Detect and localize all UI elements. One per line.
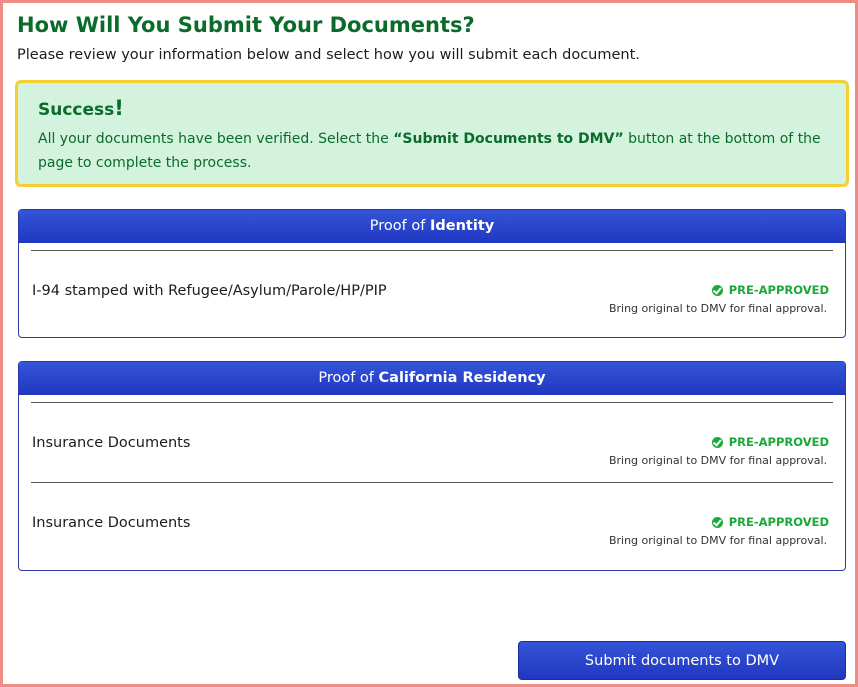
identity-header-bold: Identity [429,218,495,234]
check-circle-icon [711,284,723,296]
success-message: All your documents have been verified. S… [38,127,838,175]
success-alert: Success! All your documents have been ve… [15,80,849,187]
submit-documents-button[interactable]: Submit documents to DMV [518,641,846,680]
residency-section-header: Proof of California Residency [19,362,845,395]
status-badge: PRE-APPROVED [711,283,829,297]
status-text: PRE-APPROVED [728,435,829,449]
success-message-button-ref: “Submit Documents to DMV” [393,131,624,147]
residency-section-body: Insurance Documents PRE-APPROVED Bring o… [19,402,845,562]
identity-section-body: I-94 stamped with Refugee/Asylum/Parole/… [19,250,845,330]
document-name: I-94 stamped with Refugee/Asylum/Parole/… [32,283,387,299]
document-row: Insurance Documents PRE-APPROVED Bring o… [31,402,833,482]
status-text: PRE-APPROVED [728,515,829,529]
residency-section: Proof of California Residency Insurance … [18,361,846,571]
success-title-text: Success [38,100,115,120]
identity-section: Proof of Identity I-94 stamped with Refu… [18,209,846,338]
page-title: How Will You Submit Your Documents? [17,13,475,37]
status-note: Bring original to DMV for final approval… [608,534,827,547]
check-circle-icon [711,436,723,448]
status-text: PRE-APPROVED [728,283,829,297]
document-name: Insurance Documents [32,515,191,531]
document-row: I-94 stamped with Refugee/Asylum/Parole/… [31,250,833,330]
residency-header-bold: California Residency [378,370,546,386]
success-exclamation: ! [114,96,124,120]
check-circle-icon [711,516,723,528]
identity-section-header: Proof of Identity [19,210,845,243]
page-frame: How Will You Submit Your Documents? Plea… [0,0,858,687]
success-title: Success! [38,96,124,120]
page-subtitle: Please review your information below and… [17,47,640,63]
document-name: Insurance Documents [32,435,191,451]
document-row: Insurance Documents PRE-APPROVED Bring o… [31,482,833,562]
status-badge: PRE-APPROVED [711,515,829,529]
status-note: Bring original to DMV for final approval… [608,302,827,315]
status-note: Bring original to DMV for final approval… [608,454,827,467]
identity-header-prefix: Proof of [369,218,430,234]
status-badge: PRE-APPROVED [711,435,829,449]
success-message-before: All your documents have been verified. S… [38,131,394,147]
residency-header-prefix: Proof of [318,370,379,386]
